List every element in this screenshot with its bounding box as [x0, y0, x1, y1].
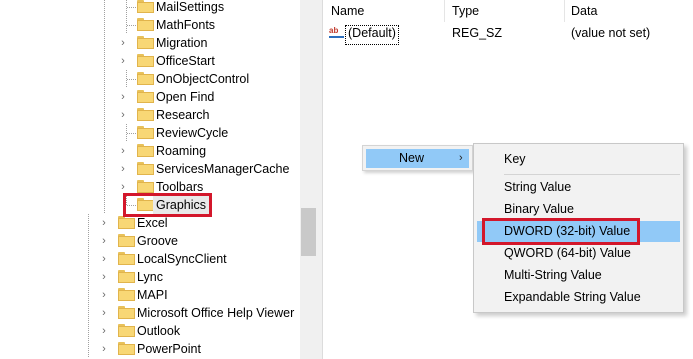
tree-item-localsyncclient[interactable]: › LocalSyncClient [0, 250, 300, 268]
menu-item-multi-string-value[interactable]: Multi-String Value [477, 265, 680, 286]
tree-item-label: OnObjectControl [156, 72, 250, 86]
chevron-right-icon[interactable]: › [118, 37, 128, 49]
tree-item-label: Outlook [137, 324, 181, 338]
chevron-right-icon[interactable]: › [99, 235, 109, 247]
tree-item-label: Lync [137, 270, 163, 284]
tree-item-officestart[interactable]: › OfficeStart [0, 52, 300, 70]
tree-item-label: Migration [156, 36, 208, 50]
menu-item-binary-value[interactable]: Binary Value [477, 199, 680, 220]
tree-item-label: ServicesManagerCache [156, 162, 290, 176]
tree-item-label: OfficeStart [156, 54, 215, 68]
tree-item-label: Open Find [156, 90, 215, 104]
tree-item-mathfonts[interactable]: MathFonts [0, 16, 300, 34]
column-header-type[interactable]: Type [452, 0, 479, 22]
tree-item-migration[interactable]: › Migration [0, 34, 300, 52]
tree-item-open-find[interactable]: › Open Find [0, 88, 300, 106]
tree-scrollbar-thumb[interactable] [301, 208, 316, 256]
chevron-right-icon[interactable]: › [118, 109, 128, 121]
annotation-highlight-box [123, 193, 212, 217]
menu-item-new-label: New [399, 151, 425, 165]
chevron-right-icon[interactable]: › [99, 289, 109, 301]
folder-icon [137, 36, 154, 49]
registry-key-tree[interactable]: MailSettings MathFonts › Migration › Off… [0, 0, 300, 359]
folder-icon [118, 288, 135, 301]
tree-item-reviewcycle[interactable]: ReviewCycle [0, 124, 300, 142]
menu-separator [504, 174, 680, 175]
folder-icon [137, 144, 154, 157]
folder-icon [137, 126, 154, 139]
tree-item-label: Microsoft Office Help Viewer [137, 306, 295, 320]
chevron-right-icon[interactable]: › [99, 307, 109, 319]
tree-scrollbar[interactable] [300, 0, 317, 359]
chevron-right-icon[interactable]: › [118, 145, 128, 157]
folder-icon [137, 0, 154, 13]
value-data: (value not set) [571, 26, 651, 40]
tree-item-roaming[interactable]: › Roaming [0, 142, 300, 160]
tree-item-label: PowerPoint [137, 342, 201, 356]
tree-item-mapi[interactable]: › MAPI [0, 286, 300, 304]
tree-item-label: LocalSyncClient [137, 252, 227, 266]
folder-icon [118, 252, 135, 265]
string-value-icon: ab [329, 27, 344, 39]
tree-item-mailsettings[interactable]: MailSettings [0, 0, 300, 16]
chevron-right-icon[interactable]: › [99, 253, 109, 265]
tree-item-label: MailSettings [156, 0, 225, 14]
tree-item-powerpoint[interactable]: › PowerPoint [0, 340, 300, 358]
folder-icon [118, 306, 135, 319]
tree-item-microsoft-office-help-viewer[interactable]: › Microsoft Office Help Viewer [0, 304, 300, 322]
tree-item-research[interactable]: › Research [0, 106, 300, 124]
tree-item-label: Roaming [156, 144, 207, 158]
value-type: REG_SZ [452, 26, 503, 40]
folder-icon [137, 54, 154, 67]
menu-item-string-value[interactable]: String Value [477, 177, 680, 198]
folder-icon [118, 216, 135, 229]
menu-item-key[interactable]: Key [477, 149, 680, 170]
chevron-right-icon[interactable]: › [99, 343, 109, 355]
chevron-right-icon[interactable]: › [118, 181, 128, 193]
folder-icon [137, 180, 154, 193]
chevron-right-icon[interactable]: › [118, 91, 128, 103]
column-header-data[interactable]: Data [571, 0, 597, 22]
folder-icon [118, 234, 135, 247]
chevron-right-icon[interactable]: › [99, 271, 109, 283]
folder-icon [137, 90, 154, 103]
tree-item-label: MAPI [137, 288, 168, 302]
tree-item-servicesmanagercache[interactable]: › ServicesManagerCache [0, 160, 300, 178]
chevron-right-icon[interactable]: › [118, 163, 128, 175]
menu-item-new[interactable]: New › [366, 149, 469, 168]
tree-item-label: Research [156, 108, 210, 122]
submenu-arrow-icon: › [459, 152, 463, 164]
column-header-name[interactable]: Name [331, 0, 364, 22]
folder-icon [118, 324, 135, 337]
menu-item-qword-value[interactable]: QWORD (64-bit) Value [477, 243, 680, 264]
folder-icon [137, 108, 154, 121]
folder-icon [137, 18, 154, 31]
folder-icon [137, 72, 154, 85]
tree-item-label: ReviewCycle [156, 126, 229, 140]
chevron-right-icon[interactable]: › [118, 55, 128, 67]
tree-item-lync[interactable]: › Lync [0, 268, 300, 286]
tree-item-label: Groove [137, 234, 178, 248]
tree-item-label: MathFonts [156, 18, 216, 32]
folder-icon [118, 342, 135, 355]
chevron-right-icon[interactable]: › [99, 325, 109, 337]
value-name[interactable]: (Default) [345, 25, 399, 45]
tree-item-onobjectcontrol[interactable]: OnObjectControl [0, 70, 300, 88]
tree-item-outlook[interactable]: › Outlook [0, 322, 300, 340]
tree-item-groove[interactable]: › Groove [0, 232, 300, 250]
annotation-highlight-box [482, 218, 640, 245]
chevron-right-icon[interactable]: › [99, 217, 109, 229]
folder-icon [137, 162, 154, 175]
context-menu: New › [362, 145, 473, 171]
menu-item-expandable-string-value[interactable]: Expandable String Value [477, 287, 680, 308]
folder-icon [118, 270, 135, 283]
